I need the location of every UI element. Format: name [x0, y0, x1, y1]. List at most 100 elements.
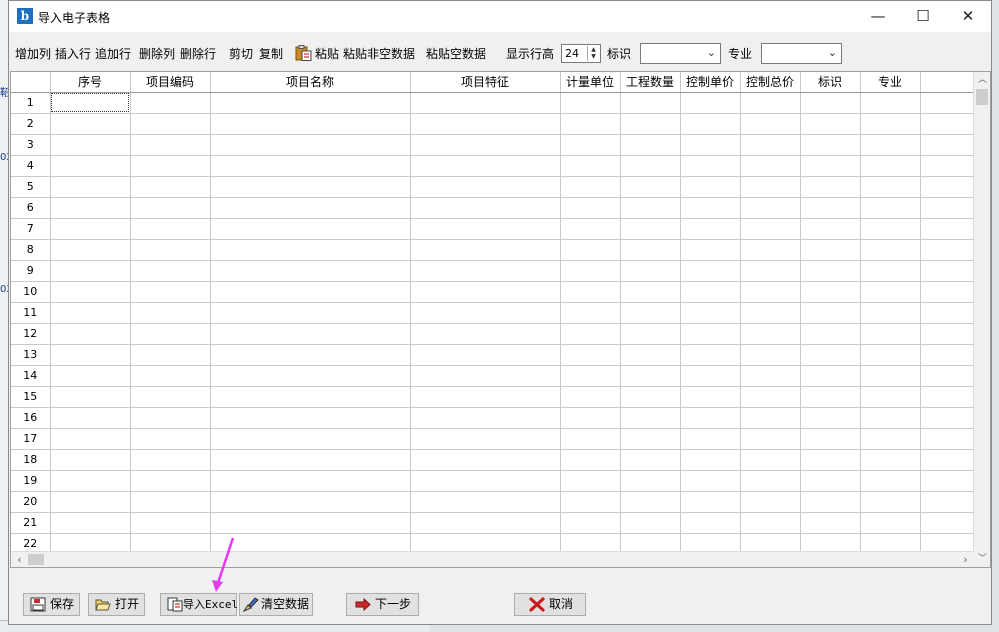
grid-cell[interactable]: [800, 323, 861, 345]
grid-cell[interactable]: [800, 113, 861, 135]
vertical-scrollbar[interactable]: ︿ ﹀: [973, 72, 990, 567]
grid-cell[interactable]: [740, 491, 801, 513]
grid-cell[interactable]: [920, 302, 981, 324]
grid-cell[interactable]: [410, 407, 561, 429]
grid-cell[interactable]: [680, 386, 741, 408]
grid-cell[interactable]: [740, 92, 801, 114]
grid-cell[interactable]: [620, 134, 681, 156]
scroll-up-icon[interactable]: ︿: [974, 72, 990, 88]
grid-cell[interactable]: [860, 302, 921, 324]
open-button[interactable]: 打开: [88, 593, 145, 616]
grid-cell[interactable]: [860, 491, 921, 513]
grid-cell[interactable]: [560, 449, 621, 471]
grid-cell[interactable]: [680, 512, 741, 534]
grid-cell[interactable]: [680, 449, 741, 471]
grid-cell[interactable]: [920, 470, 981, 492]
grid-cell[interactable]: [920, 449, 981, 471]
import-excel-button[interactable]: 导入Excel: [160, 593, 238, 616]
grid-cell[interactable]: [680, 218, 741, 240]
grid-cell[interactable]: [130, 365, 211, 387]
grid-cell[interactable]: [620, 92, 681, 114]
minimize-button[interactable]: —: [855, 1, 901, 32]
specialty-select[interactable]: ⌄: [761, 43, 842, 64]
grid-cell[interactable]: [410, 491, 561, 513]
grid-cell[interactable]: [130, 218, 211, 240]
grid-cell[interactable]: [620, 386, 681, 408]
grid-cell[interactable]: [560, 491, 621, 513]
grid-cell[interactable]: [740, 323, 801, 345]
grid-cell[interactable]: [680, 176, 741, 198]
grid-cell[interactable]: [860, 134, 921, 156]
grid-cell[interactable]: [130, 92, 211, 114]
grid-cell[interactable]: [800, 491, 861, 513]
grid-cell[interactable]: [680, 302, 741, 324]
horizontal-scrollbar[interactable]: ‹ ›: [11, 551, 974, 567]
grid-cell[interactable]: [560, 218, 621, 240]
grid-cell[interactable]: [620, 302, 681, 324]
grid-cell[interactable]: [920, 197, 981, 219]
row-number[interactable]: 11: [11, 302, 51, 324]
grid-cell[interactable]: [740, 260, 801, 282]
grid-cell[interactable]: [860, 470, 921, 492]
grid-cell[interactable]: [800, 218, 861, 240]
col-header-item-feature[interactable]: 项目特征: [410, 72, 561, 93]
grid-cell[interactable]: [920, 176, 981, 198]
grid-cell[interactable]: [560, 386, 621, 408]
grid-cell[interactable]: [800, 260, 861, 282]
grid-cell[interactable]: [800, 449, 861, 471]
grid-cell[interactable]: [130, 134, 211, 156]
grid-cell[interactable]: [620, 491, 681, 513]
grid-cell[interactable]: [50, 470, 131, 492]
grid-cell[interactable]: [560, 302, 621, 324]
row-number[interactable]: 14: [11, 365, 51, 387]
data-grid[interactable]: 序号 项目编码 项目名称 项目特征 计量单位 工程数量 控制单价 控制总价 标识…: [10, 71, 991, 568]
grid-cell[interactable]: [920, 260, 981, 282]
grid-cell[interactable]: [920, 218, 981, 240]
row-number[interactable]: 4: [11, 155, 51, 177]
grid-cell[interactable]: [560, 92, 621, 114]
grid-cell[interactable]: [410, 281, 561, 303]
grid-cell[interactable]: [410, 260, 561, 282]
grid-cell[interactable]: [920, 365, 981, 387]
col-header-specialty[interactable]: 专业: [860, 72, 921, 93]
grid-cell[interactable]: [410, 365, 561, 387]
grid-cell[interactable]: [50, 428, 131, 450]
grid-cell[interactable]: [410, 176, 561, 198]
grid-cell[interactable]: [560, 260, 621, 282]
grid-cell[interactable]: [410, 470, 561, 492]
row-number[interactable]: 21: [11, 512, 51, 534]
grid-cell[interactable]: [860, 197, 921, 219]
grid-cell[interactable]: [920, 323, 981, 345]
grid-cell[interactable]: [620, 323, 681, 345]
grid-cell[interactable]: [800, 134, 861, 156]
grid-cell[interactable]: [410, 344, 561, 366]
grid-cell[interactable]: [680, 260, 741, 282]
row-number[interactable]: 12: [11, 323, 51, 345]
grid-cell[interactable]: [800, 365, 861, 387]
row-height-stepper[interactable]: 24 ▲ ▼: [561, 44, 601, 63]
grid-cell[interactable]: [210, 470, 411, 492]
grid-cell[interactable]: [410, 197, 561, 219]
grid-cell[interactable]: [620, 344, 681, 366]
scroll-right-icon[interactable]: ›: [957, 552, 974, 567]
close-button[interactable]: ✕: [945, 1, 991, 32]
grid-cell[interactable]: [800, 512, 861, 534]
grid-cell[interactable]: [740, 344, 801, 366]
grid-cell[interactable]: [130, 155, 211, 177]
horizontal-scroll-thumb[interactable]: [28, 554, 44, 565]
grid-cell[interactable]: [560, 281, 621, 303]
grid-cell[interactable]: [920, 512, 981, 534]
grid-cell[interactable]: [50, 134, 131, 156]
grid-cell[interactable]: [860, 323, 921, 345]
paste-nonempty-button[interactable]: 粘贴非空数据: [343, 45, 415, 62]
row-number[interactable]: 19: [11, 470, 51, 492]
grid-cell[interactable]: [50, 449, 131, 471]
grid-cell[interactable]: [210, 491, 411, 513]
grid-cell[interactable]: [680, 239, 741, 261]
grid-cell[interactable]: [680, 365, 741, 387]
row-number[interactable]: 13: [11, 344, 51, 366]
grid-cell[interactable]: [210, 155, 411, 177]
maximize-button[interactable]: ☐: [900, 1, 946, 32]
grid-cell[interactable]: [620, 512, 681, 534]
mark-select[interactable]: ⌄: [640, 43, 721, 64]
